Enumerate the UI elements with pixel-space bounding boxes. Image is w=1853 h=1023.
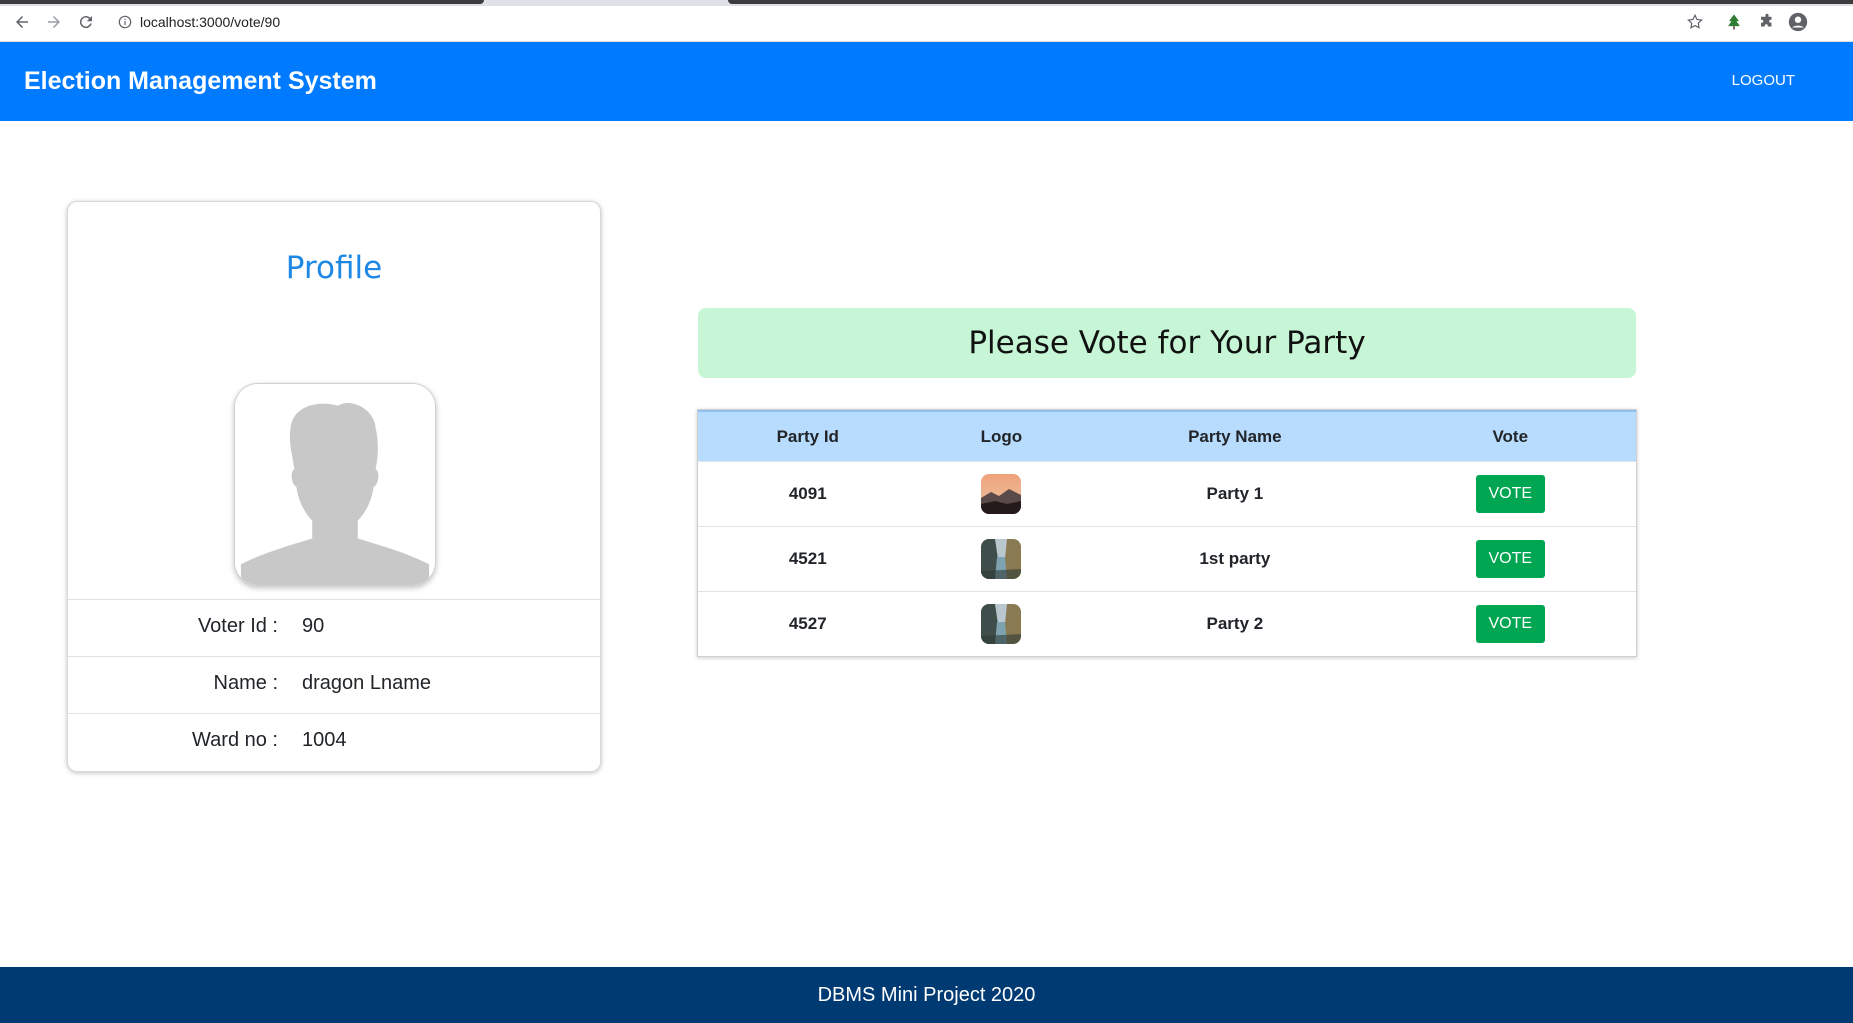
brand-title[interactable]: Election Management System bbox=[24, 67, 377, 96]
party-id: 4527 bbox=[788, 614, 827, 633]
tab-inactive-left[interactable] bbox=[0, 0, 484, 4]
logout-link[interactable]: LOGOUT bbox=[1732, 72, 1795, 89]
party-id: 4091 bbox=[788, 484, 827, 503]
voter-id-row: Voter Id : 90 bbox=[68, 599, 600, 656]
back-arrow-icon[interactable] bbox=[10, 10, 34, 34]
footer: DBMS Mini Project 2020 bbox=[0, 967, 1853, 1023]
party-logo-cell bbox=[918, 539, 1086, 579]
party-name: 1st party bbox=[1199, 549, 1271, 568]
profile-title: Profile bbox=[285, 250, 383, 286]
party-logo-cell bbox=[918, 604, 1086, 644]
vote-button[interactable]: VOTE bbox=[1475, 540, 1545, 578]
name-value: dragon Lname bbox=[302, 672, 431, 694]
tab-inactive-right[interactable] bbox=[728, 0, 1853, 4]
vote-heading: Please Vote for Your Party bbox=[968, 325, 1366, 361]
footer-text: DBMS Mini Project 2020 bbox=[817, 983, 1036, 1006]
sunset-landscape-icon bbox=[981, 474, 1022, 514]
puzzle-icon[interactable] bbox=[1755, 10, 1779, 34]
ward-row: Ward no : 1004 bbox=[68, 713, 600, 770]
info-icon[interactable] bbox=[118, 15, 132, 29]
extension-icon[interactable] bbox=[1722, 10, 1746, 34]
table-row: 4091 Party 1 VOTE bbox=[698, 461, 1636, 526]
party-table: Party Id Logo Party Name Vote 4091 Party… bbox=[697, 409, 1637, 657]
user-silhouette-icon bbox=[235, 384, 435, 585]
table-row: 4521 1st party VOTE bbox=[698, 526, 1636, 591]
reload-icon[interactable] bbox=[74, 10, 98, 34]
vote-button[interactable]: VOTE bbox=[1475, 605, 1545, 643]
forward-arrow-icon[interactable] bbox=[42, 10, 66, 34]
column-header-party-id: Party Id bbox=[776, 426, 839, 446]
party-logo-cell bbox=[918, 474, 1086, 514]
profile-card: Profile Voter Id : 90 Name : dragon Lnam… bbox=[67, 201, 601, 772]
voter-id-value: 90 bbox=[302, 615, 325, 637]
vote-cell: VOTE bbox=[1385, 605, 1636, 643]
vote-banner: Please Vote for Your Party bbox=[698, 308, 1636, 378]
table-row: 4527 Party 2 VOTE bbox=[698, 591, 1636, 656]
vote-cell: VOTE bbox=[1385, 475, 1636, 513]
party-id: 4521 bbox=[788, 549, 827, 568]
vote-button[interactable]: VOTE bbox=[1475, 475, 1545, 513]
tab-strip bbox=[0, 0, 1853, 6]
valley-landscape-icon bbox=[981, 539, 1022, 579]
vote-cell: VOTE bbox=[1385, 540, 1636, 578]
url-text[interactable]: localhost:3000/vote/90 bbox=[140, 14, 280, 30]
star-icon[interactable] bbox=[1683, 10, 1707, 34]
party-name: Party 2 bbox=[1206, 614, 1264, 633]
ward-label: Ward no : bbox=[192, 729, 278, 751]
party-name: Party 1 bbox=[1206, 484, 1264, 503]
name-label: Name : bbox=[213, 672, 278, 694]
ward-value: 1004 bbox=[302, 729, 347, 751]
address-bar[interactable]: localhost:3000/vote/90 bbox=[108, 9, 1703, 35]
voter-id-label: Voter Id : bbox=[197, 615, 278, 637]
browser-toolbar: localhost:3000/vote/90 bbox=[0, 0, 1853, 42]
account-icon[interactable] bbox=[1786, 10, 1810, 34]
column-header-logo: Logo bbox=[980, 426, 1023, 446]
table-header: Party Id Logo Party Name Vote bbox=[698, 410, 1636, 461]
avatar bbox=[234, 383, 436, 586]
valley-landscape-icon bbox=[981, 604, 1022, 644]
name-row: Name : dragon Lname bbox=[68, 656, 600, 713]
column-header-party-name: Party Name bbox=[1188, 426, 1282, 446]
column-header-vote: Vote bbox=[1492, 426, 1529, 446]
app-navbar: Election Management System LOGOUT bbox=[0, 42, 1853, 121]
